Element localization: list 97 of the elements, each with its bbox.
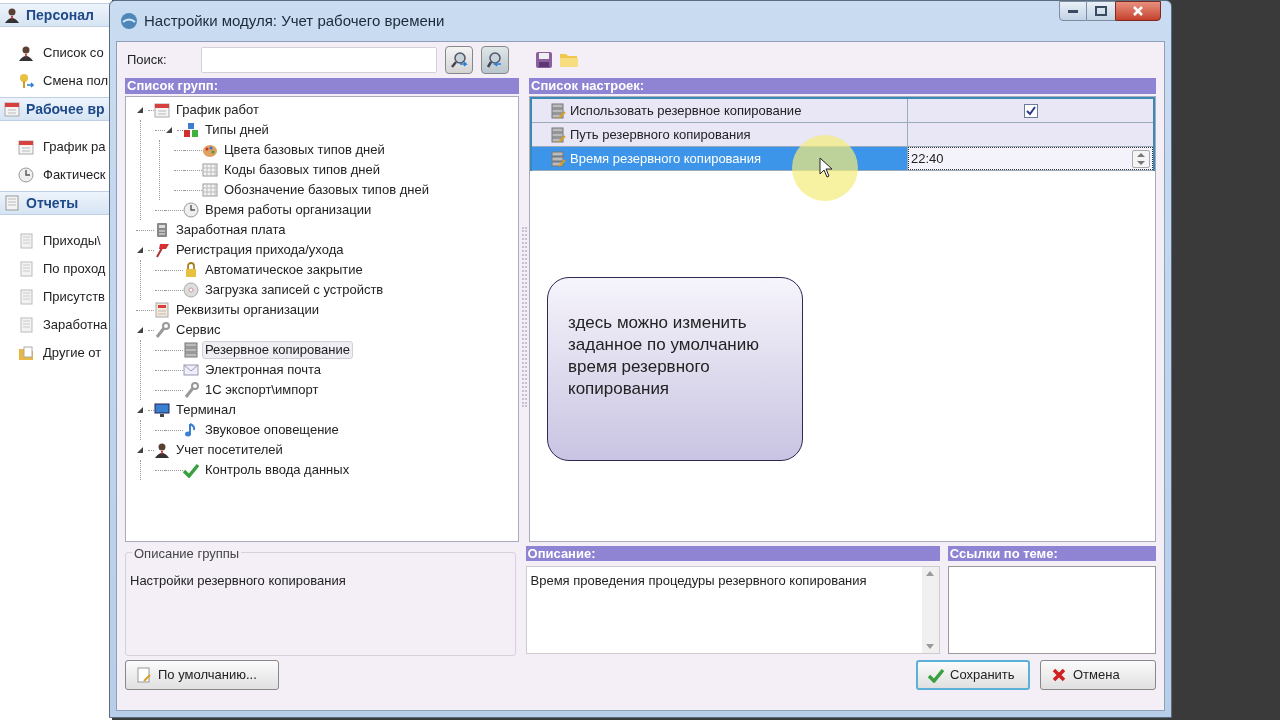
default-button[interactable]: По умолчанию... [125, 660, 279, 690]
search-icon [486, 51, 504, 69]
callout-bubble: здесь можно изменить заданное по умолчанию время резервного копирования [547, 277, 803, 461]
minimize-icon [1068, 9, 1078, 13]
person-icon [154, 442, 170, 458]
sidebar-header[interactable]: Рабочее вр [0, 97, 112, 121]
splitter-handle[interactable] [521, 227, 527, 407]
sidebar-item[interactable]: Приходы\ [0, 227, 112, 255]
section-header: Список групп: [125, 78, 519, 94]
tree-item[interactable]: График работ [173, 101, 262, 119]
palette-icon [202, 142, 218, 158]
calendar-icon [154, 102, 170, 118]
setting-name[interactable]: Путь резервного копирования [532, 123, 908, 146]
sidebar-header[interactable]: Персонал [0, 3, 112, 27]
tree-item[interactable]: Автоматическое закрытие [202, 261, 366, 279]
checkbox[interactable] [1023, 103, 1038, 118]
monitor-icon [154, 402, 170, 418]
time-field[interactable]: 22:40 [908, 147, 1153, 170]
tree-item[interactable]: Типы дней [202, 121, 272, 139]
maximize-icon [1095, 6, 1107, 16]
cross-icon [1051, 667, 1067, 683]
find-next-button[interactable] [445, 46, 473, 74]
notebook-icon [4, 195, 20, 211]
server-icon [550, 102, 566, 119]
cancel-button[interactable]: Отмена [1040, 660, 1156, 690]
section-header: Описание: [525, 546, 940, 561]
server-icon [550, 126, 566, 143]
tree-item[interactable]: Загрузка записей с устройств [202, 281, 387, 299]
flag-icon [154, 242, 170, 258]
tree-item[interactable]: Резервное копирование [202, 341, 353, 359]
tree-item[interactable]: Обозначение базовых типов дней [221, 181, 432, 199]
save-button[interactable]: Сохранить [916, 660, 1030, 690]
search-label: Поиск: [127, 51, 168, 70]
close-icon [1132, 6, 1144, 16]
tree-item[interactable]: Сервис [173, 321, 224, 339]
tree-item[interactable]: Терминал [173, 401, 239, 419]
tree-item[interactable]: Заработная плата [173, 221, 289, 239]
folder-icon [18, 345, 34, 361]
sidebar-item[interactable]: Смена пол [0, 67, 112, 95]
calendar-icon [18, 139, 34, 155]
envelope-icon [183, 362, 199, 378]
section-header: Ссылки по теме: [947, 546, 1156, 561]
spinner-buttons[interactable] [1132, 149, 1150, 168]
window-title: Настройки модуля: Учет рабочего времени [144, 10, 445, 31]
blocks-icon [183, 122, 199, 138]
disc-icon [183, 282, 199, 298]
section-header: Список настроек: [529, 78, 1156, 94]
sidebar-item[interactable]: Заработна [0, 311, 112, 339]
find-previous-button[interactable] [481, 46, 509, 74]
wrench-icon [154, 322, 170, 338]
save-icon[interactable] [535, 51, 553, 69]
globe-icon [120, 12, 138, 30]
tree-item[interactable]: Регистрация прихода/ухода [173, 241, 347, 259]
key-icon [18, 73, 34, 89]
person-icon [18, 45, 34, 61]
description-text: Время проведения процедуры резервного копирования [529, 572, 868, 590]
sidebar-item[interactable]: Список со [0, 39, 112, 67]
calendar-icon [4, 101, 20, 117]
tree-item[interactable]: Учет посетителей [173, 441, 286, 459]
sidebar-item[interactable]: Другие от [0, 339, 112, 367]
tree-item[interactable]: Электронная почта [202, 361, 324, 379]
checkmark-icon [183, 462, 199, 478]
tree-item[interactable]: Контроль ввода данных [202, 461, 353, 479]
calculator-icon [154, 222, 170, 238]
wrench-icon [183, 382, 199, 398]
pointer-icon [819, 157, 833, 179]
server-icon [183, 342, 199, 358]
checkmark-icon [928, 667, 944, 683]
document-icon [18, 289, 34, 305]
person-icon [4, 7, 20, 23]
clock-icon [18, 167, 34, 183]
search-icon [450, 51, 468, 69]
document-icon [18, 233, 34, 249]
close-button[interactable] [1115, 1, 1161, 21]
search-field[interactable] [201, 47, 437, 73]
sidebar-item[interactable]: По проход [0, 255, 112, 283]
tree-item[interactable]: Коды базовых типов дней [221, 161, 383, 179]
form-icon [154, 302, 170, 318]
tree-item[interactable]: Цвета базовых типов дней [221, 141, 388, 159]
tree-item[interactable]: Звуковое оповещение [202, 421, 342, 439]
lock-icon [183, 262, 199, 278]
sidebar-item[interactable]: График ра [0, 133, 112, 161]
value-field[interactable] [908, 123, 1153, 146]
sidebar-item[interactable]: Фактическ [0, 161, 112, 189]
setting-name[interactable]: Использовать резервное копирование [532, 99, 908, 122]
document-icon [18, 317, 34, 333]
minimize-button[interactable] [1059, 1, 1087, 21]
maximize-button[interactable] [1087, 1, 1115, 21]
group-description-text: Настройки резервного копирования [130, 572, 346, 590]
document-pencil-icon [136, 667, 152, 683]
server-icon [550, 150, 566, 167]
tree-item[interactable]: Время работы организации [202, 201, 375, 219]
document-icon [18, 261, 34, 277]
tree-item[interactable]: Реквизиты организации [173, 301, 323, 319]
sidebar-item[interactable]: Присутств [0, 283, 112, 311]
tree-item[interactable]: 1С экспорт\импорт [202, 381, 322, 399]
sidebar-header[interactable]: Отчеты [0, 191, 112, 215]
